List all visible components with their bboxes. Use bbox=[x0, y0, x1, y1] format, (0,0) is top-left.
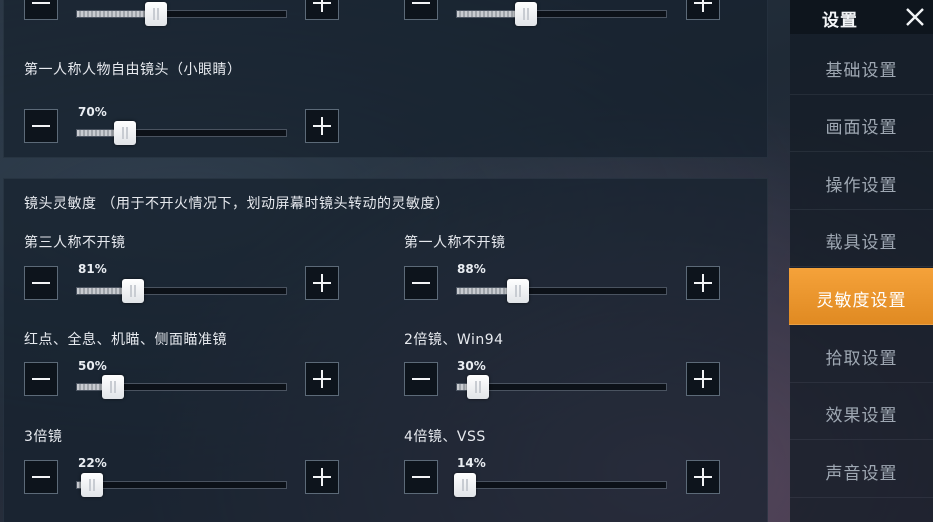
minus-button[interactable] bbox=[24, 362, 58, 396]
slider-thumb[interactable] bbox=[145, 2, 168, 26]
setting-label: 3倍镜 bbox=[24, 429, 63, 445]
setting-value: 50% bbox=[78, 359, 107, 373]
plus-button[interactable] bbox=[686, 362, 720, 396]
page-title: 设置 bbox=[822, 11, 858, 31]
sidebar-item-graphics[interactable]: 画面设置 bbox=[790, 95, 933, 152]
slider-thumb[interactable] bbox=[506, 279, 529, 303]
freelook-value: 70% bbox=[78, 105, 107, 119]
sidebar-item-label: 画面设置 bbox=[825, 118, 898, 138]
sidebar-item-label: 灵敏度设置 bbox=[816, 291, 907, 311]
setting-value: 88% bbox=[457, 262, 486, 276]
minus-button[interactable] bbox=[404, 362, 438, 396]
sidebar-item-label: 声音设置 bbox=[825, 464, 898, 484]
setting-value: 30% bbox=[457, 359, 486, 373]
sidebar-item-label: 基础设置 bbox=[825, 61, 898, 81]
plus-button[interactable] bbox=[305, 266, 339, 300]
sidebar-item-sound[interactable]: 声音设置 bbox=[790, 441, 933, 498]
sidebar-item-basic[interactable]: 基础设置 bbox=[790, 38, 933, 95]
sensitivity-slider[interactable] bbox=[76, 279, 287, 303]
minus-button[interactable] bbox=[404, 460, 438, 494]
sensitivity-slider[interactable] bbox=[456, 375, 667, 399]
minus-button[interactable] bbox=[24, 266, 58, 300]
sidebar-item-vehicle[interactable]: 载具设置 bbox=[790, 210, 933, 267]
freelook-label: 第一人称人物自由镜头（小眼睛） bbox=[24, 62, 242, 78]
slider-thumb[interactable] bbox=[80, 473, 103, 497]
partial-left-minus-button[interactable] bbox=[24, 0, 58, 20]
freelook-slider[interactable] bbox=[76, 121, 287, 145]
close-button[interactable] bbox=[897, 0, 933, 34]
plus-button[interactable] bbox=[305, 362, 339, 396]
setting-value: 22% bbox=[78, 456, 107, 470]
partial-right-slider[interactable] bbox=[456, 2, 667, 26]
sensitivity-slider[interactable] bbox=[76, 473, 287, 497]
slider-thumb[interactable] bbox=[466, 375, 489, 399]
setting-value: 14% bbox=[457, 456, 486, 470]
slider-thumb[interactable] bbox=[122, 279, 145, 303]
camera-sensitivity-panel bbox=[3, 178, 768, 522]
sidebar-item-label: 操作设置 bbox=[825, 176, 898, 196]
minus-button[interactable] bbox=[24, 460, 58, 494]
sidebar-item-effects[interactable]: 效果设置 bbox=[790, 383, 933, 440]
setting-label: 红点、全息、机瞄、侧面瞄准镜 bbox=[24, 332, 227, 348]
plus-button[interactable] bbox=[686, 460, 720, 494]
setting-label: 4倍镜、VSS bbox=[404, 429, 486, 445]
setting-label: 第三人称不开镜 bbox=[24, 235, 126, 251]
settings-header: 设置 bbox=[790, 0, 933, 34]
sidebar-item-pickup[interactable]: 拾取设置 bbox=[790, 326, 933, 383]
setting-label: 第一人称不开镜 bbox=[404, 235, 506, 251]
minus-button[interactable] bbox=[404, 266, 438, 300]
sidebar-item-label: 效果设置 bbox=[825, 406, 898, 426]
sidebar-item-label: 拾取设置 bbox=[825, 349, 898, 369]
section-title: 镜头灵敏度 （用于不开火情况下，划动屏幕时镜头转动的灵敏度） bbox=[24, 196, 450, 212]
sensitivity-slider[interactable] bbox=[76, 375, 287, 399]
settings-sidebar: 设置 基础设置 画面设置 操作设置 载具设置 灵敏度设置 拾取设置 效果设置 声… bbox=[789, 0, 933, 522]
sensitivity-slider[interactable] bbox=[454, 473, 667, 497]
close-icon bbox=[906, 8, 924, 26]
setting-value: 81% bbox=[78, 262, 107, 276]
slider-thumb[interactable] bbox=[514, 2, 537, 26]
plus-button[interactable] bbox=[305, 460, 339, 494]
partial-right-plus-button[interactable] bbox=[686, 0, 720, 20]
partial-left-slider[interactable] bbox=[76, 2, 287, 26]
sensitivity-slider[interactable] bbox=[456, 279, 667, 303]
sidebar-item-label: 载具设置 bbox=[825, 233, 898, 253]
freelook-plus-button[interactable] bbox=[305, 109, 339, 143]
freelook-minus-button[interactable] bbox=[24, 109, 58, 143]
partial-right-minus-button[interactable] bbox=[404, 0, 438, 20]
slider-thumb[interactable] bbox=[114, 121, 137, 145]
sidebar-item-sensitivity[interactable]: 灵敏度设置 bbox=[789, 268, 933, 325]
slider-thumb[interactable] bbox=[101, 375, 124, 399]
partial-left-plus-button[interactable] bbox=[305, 0, 339, 20]
slider-thumb[interactable] bbox=[454, 473, 477, 497]
plus-button[interactable] bbox=[686, 266, 720, 300]
sidebar-item-controls[interactable]: 操作设置 bbox=[790, 153, 933, 210]
setting-label: 2倍镜、Win94 bbox=[404, 332, 504, 348]
